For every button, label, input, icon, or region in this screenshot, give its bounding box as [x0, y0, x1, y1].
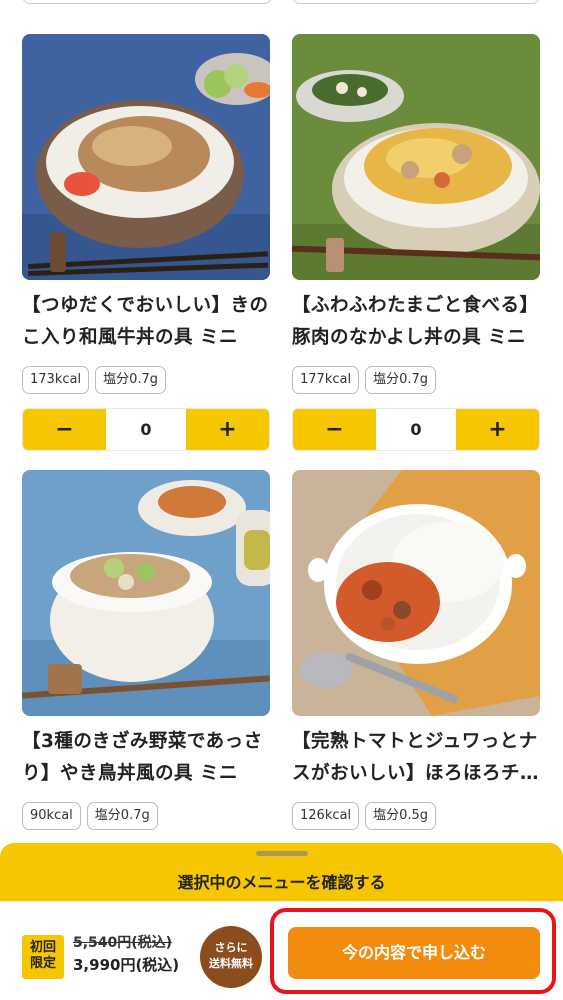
drag-handle[interactable] [256, 851, 308, 856]
previous-card-edge [292, 0, 540, 4]
original-price: 5,540円(税込) [73, 935, 173, 951]
nutrition-tags: 173kcal 塩分0.7g [22, 366, 270, 394]
product-photo-beef-bowl[interactable] [22, 34, 270, 280]
first-badge-line: 限定 [29, 956, 56, 971]
selected-menu-confirm-bar[interactable]: 選択中のメニューを確認する [0, 843, 563, 901]
free-shipping-badge: さらに 送料無料 [200, 926, 262, 988]
nutrition-tags: 90kcal 塩分0.7g [22, 802, 270, 830]
discount-price: 3,990円(税込) [73, 956, 180, 974]
product-card: 【ふわふわたまごと食べる】豚肉のなかよし丼の具 ミニ 177kcal 塩分0.7… [292, 34, 540, 451]
calorie-badge: 126kcal [292, 802, 360, 830]
product-photo-yakitori-bowl[interactable] [22, 470, 270, 716]
product-title[interactable]: 【完熟トマトとジュワっとナスがおいしい】ほろほろチ… [292, 726, 540, 790]
previous-row-remnant [0, 0, 563, 12]
product-photo-tomato-curry[interactable] [292, 470, 540, 716]
calorie-badge: 90kcal [22, 802, 81, 830]
quantity-stepper: − 0 + [292, 408, 540, 451]
product-title[interactable]: 【3種のきざみ野菜であっさり】やき鳥丼風の具 ミニ [22, 726, 270, 790]
quantity-value: 0 [376, 409, 456, 450]
product-card: 【つゆだくでおいしい】きのこ入り和風牛丼の具 ミニ 173kcal 塩分0.7g… [22, 34, 270, 451]
salt-badge: 塩分0.7g [365, 366, 437, 394]
ship-badge-line: 送料無料 [209, 957, 253, 970]
product-title[interactable]: 【つゆだくでおいしい】きのこ入り和風牛丼の具 ミニ [22, 290, 270, 354]
quantity-stepper: − 0 + [22, 408, 270, 451]
product-card: 【3種のきざみ野菜であっさり】やき鳥丼風の具 ミニ 90kcal 塩分0.7g [22, 470, 270, 830]
order-footer: 初回 限定 5,540円(税込) 3,990円(税込) さらに 送料無料 今の内… [0, 901, 563, 1000]
calorie-badge: 173kcal [22, 366, 90, 394]
salt-badge: 塩分0.7g [86, 802, 158, 830]
order-button-highlight: 今の内容で申し込む [270, 908, 556, 994]
first-badge-line: 初回 [29, 940, 56, 955]
salt-badge: 塩分0.7g [95, 366, 167, 394]
product-card: 【完熟トマトとジュワっとナスがおいしい】ほろほろチ… 126kcal 塩分0.5… [292, 470, 540, 830]
increment-button[interactable]: + [186, 409, 269, 450]
calorie-badge: 177kcal [292, 366, 360, 394]
increment-button[interactable]: + [456, 409, 539, 450]
nutrition-tags: 126kcal 塩分0.5g [292, 802, 540, 830]
apply-button[interactable]: 今の内容で申し込む [288, 927, 540, 979]
decrement-button[interactable]: − [293, 409, 376, 450]
first-time-limited-badge: 初回 限定 [22, 935, 64, 979]
confirm-bar-label: 選択中のメニューを確認する [177, 873, 386, 892]
nutrition-tags: 177kcal 塩分0.7g [292, 366, 540, 394]
product-photo-egg-pork-bowl[interactable] [292, 34, 540, 280]
decrement-button[interactable]: − [23, 409, 106, 450]
product-title[interactable]: 【ふわふわたまごと食べる】豚肉のなかよし丼の具 ミニ [292, 290, 540, 354]
quantity-value: 0 [106, 409, 186, 450]
previous-card-edge [22, 0, 272, 4]
ship-badge-line: さらに [214, 941, 248, 954]
salt-badge: 塩分0.5g [365, 802, 437, 830]
